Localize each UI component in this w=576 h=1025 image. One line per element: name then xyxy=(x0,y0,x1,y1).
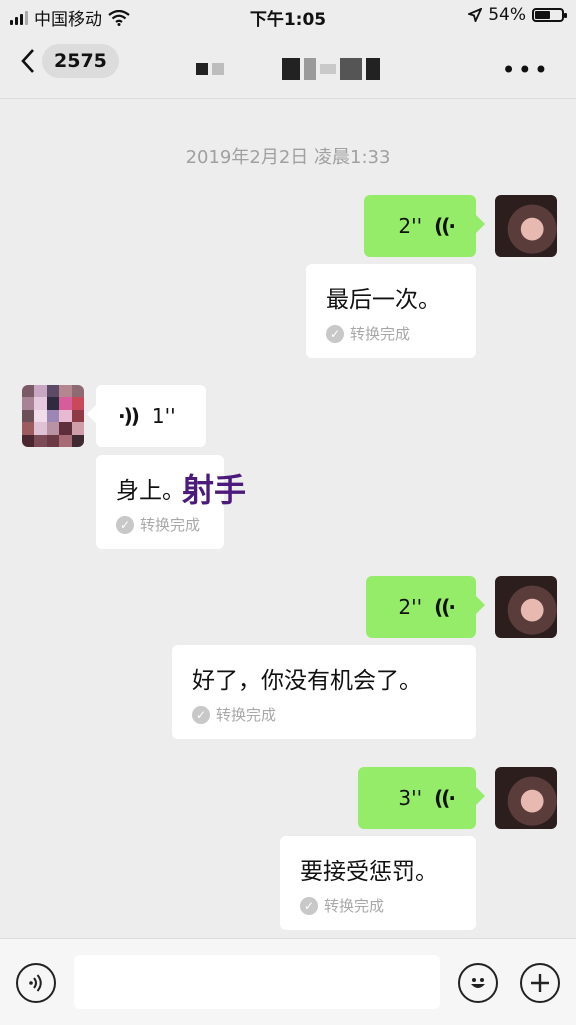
more-button[interactable]: ••• xyxy=(502,56,550,84)
transcript-status-label: 转换完成 xyxy=(324,897,385,915)
location-arrow-icon xyxy=(468,8,483,22)
contact-avatar[interactable] xyxy=(22,385,84,447)
add-button[interactable] xyxy=(520,963,560,1003)
overlay-annotation: 射手 xyxy=(182,471,247,509)
voice-message-outgoing[interactable]: 3'' ((· xyxy=(358,767,485,829)
voice-message-incoming[interactable]: ·)) 1'' xyxy=(87,385,206,447)
voice-duration: 3'' xyxy=(398,786,423,810)
emoji-icon xyxy=(471,978,485,988)
self-avatar[interactable] xyxy=(495,576,557,638)
battery-fill xyxy=(535,11,551,19)
transcript-text: 要接受惩罚。 xyxy=(300,859,438,885)
battery-icon xyxy=(532,8,567,22)
voice-wave-icon: ((· xyxy=(434,214,456,238)
chat-area[interactable]: 2019年2月2日 凌晨1:33 2'' ((· 最后一次。 ✓ 转换完成 ·)… xyxy=(0,99,576,939)
voice-wave-icon: ((· xyxy=(434,595,456,619)
voice-icon xyxy=(29,974,42,992)
transcript-status: ✓ 转换完成 xyxy=(300,895,384,916)
voice-duration: 2'' xyxy=(398,214,423,238)
check-circle-icon: ✓ xyxy=(192,705,210,724)
voice-message-outgoing[interactable]: 2'' ((· xyxy=(366,576,485,638)
chat-title-redacted xyxy=(196,58,380,80)
timestamp: 2019年2月2日 凌晨1:33 xyxy=(185,147,391,168)
plus-icon xyxy=(531,974,549,992)
back-button[interactable]: 2575 xyxy=(20,44,119,78)
voice-wave-icon: ((· xyxy=(434,786,456,810)
transcript-status-label: 转换完成 xyxy=(350,325,411,343)
transcript-text: 最后一次。 xyxy=(326,287,441,313)
status-right: 54% xyxy=(468,5,567,25)
self-avatar[interactable] xyxy=(495,767,557,829)
nav-bar: 2575 ••• xyxy=(0,34,576,99)
voice-transcript: 要接受惩罚。 ✓ 转换完成 xyxy=(280,836,476,930)
transcript-status: ✓ 转换完成 xyxy=(192,704,276,725)
voice-duration: 2'' xyxy=(398,595,423,619)
transcript-text: 好了，你没有机会了。 xyxy=(192,668,422,694)
check-circle-icon: ✓ xyxy=(116,515,134,534)
transcript-status: ✓ 转换完成 xyxy=(116,514,200,535)
self-avatar[interactable] xyxy=(495,195,557,257)
input-bar xyxy=(0,938,576,1025)
message-input[interactable] xyxy=(74,955,440,1009)
voice-message-outgoing[interactable]: 2'' ((· xyxy=(364,195,485,257)
check-circle-icon: ✓ xyxy=(326,324,344,343)
check-circle-icon: ✓ xyxy=(300,896,318,915)
battery-percent: 54% xyxy=(488,5,526,25)
status-bar: 中国移动 下午1:05 54% xyxy=(0,0,576,34)
voice-duration: 1'' xyxy=(151,404,176,428)
voice-input-button[interactable] xyxy=(16,963,56,1003)
transcript-status-label: 转换完成 xyxy=(216,706,277,724)
transcript-status: ✓ 转换完成 xyxy=(326,323,410,344)
emoji-button[interactable] xyxy=(458,963,498,1003)
voice-transcript: 最后一次。 ✓ 转换完成 xyxy=(306,264,476,358)
voice-wave-icon: ·)) xyxy=(118,404,140,428)
transcript-status-label: 转换完成 xyxy=(140,516,201,534)
transcript-text: 身上。 xyxy=(116,478,185,504)
voice-transcript: 好了，你没有机会了。 ✓ 转换完成 xyxy=(172,645,476,739)
chevron-left-icon xyxy=(21,49,34,73)
unread-count-badge: 2575 xyxy=(42,44,119,78)
